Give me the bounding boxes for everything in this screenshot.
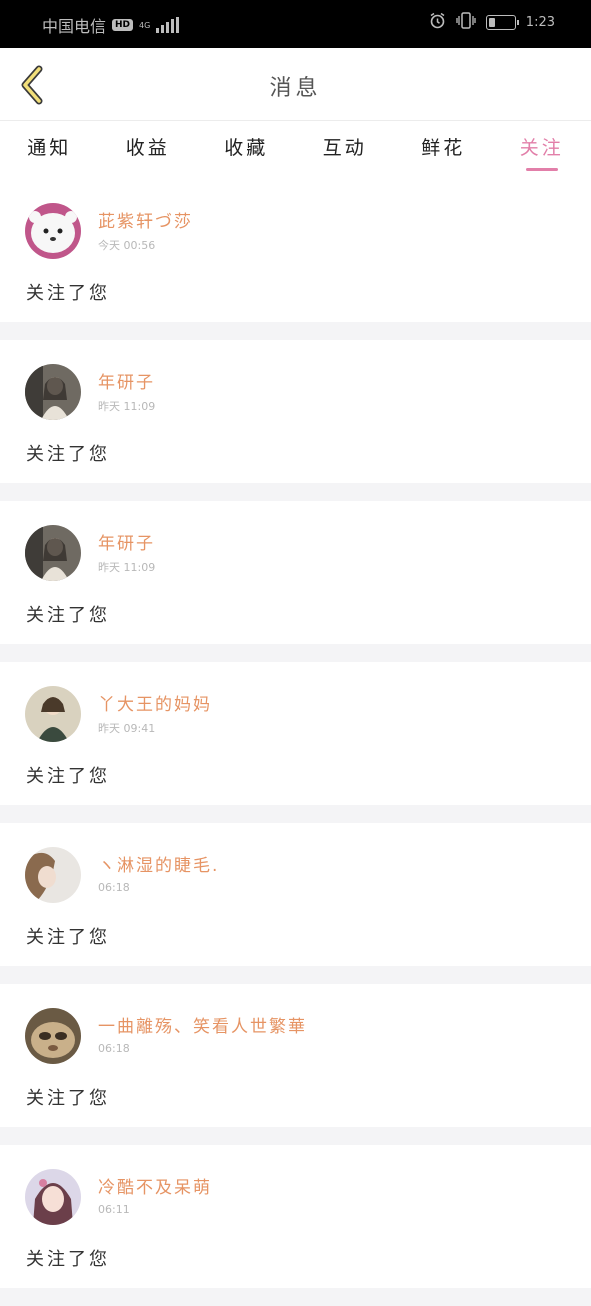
tab-label: 收益	[126, 137, 170, 159]
tab-flowers[interactable]: 鲜花	[394, 121, 493, 179]
avatar[interactable]	[25, 1169, 81, 1225]
timestamp: 昨天 09:41	[98, 720, 155, 736]
timestamp: 06:18	[98, 1042, 130, 1055]
page-header: 消息	[0, 48, 591, 121]
notification-text: 关注了您	[26, 1245, 110, 1271]
tab-label: 通知	[27, 137, 71, 159]
alarm-icon	[429, 12, 446, 33]
active-tab-indicator	[526, 168, 558, 171]
notification-text: 关注了您	[26, 279, 110, 305]
avatar[interactable]	[25, 364, 81, 420]
tab-interactions[interactable]: 互动	[296, 121, 395, 179]
list-item[interactable]: 冷酷不及呆萌 06:11 关注了您	[0, 1145, 591, 1288]
user-name[interactable]: 年研子	[98, 368, 155, 393]
list-item[interactable]: ヽ淋湿的睫毛. 06:18 关注了您	[0, 823, 591, 966]
tab-bar: 通知 收益 收藏 互动 鲜花 关注	[0, 121, 591, 179]
timestamp: 06:11	[98, 1203, 130, 1216]
notification-text: 关注了您	[26, 923, 110, 949]
avatar[interactable]	[25, 525, 81, 581]
status-bar: 中国电信 HD 4G 1:23	[0, 0, 591, 48]
battery-icon	[486, 15, 516, 30]
status-left: 中国电信 HD 4G	[42, 13, 179, 37]
user-name[interactable]: 丫大王的妈妈	[98, 690, 212, 715]
tab-following[interactable]: 关注	[493, 121, 591, 179]
status-right: 1:23	[429, 12, 555, 33]
list-item[interactable]: 丫大王的妈妈 昨天 09:41 关注了您	[0, 662, 591, 805]
tab-favorites[interactable]: 收藏	[197, 121, 296, 179]
list-item[interactable]: 年研子 昨天 11:09 关注了您	[0, 501, 591, 644]
hd-badge: HD	[112, 19, 133, 31]
carrier-label: 中国电信	[42, 13, 106, 37]
signal-icon	[156, 17, 179, 33]
timestamp: 昨天 11:09	[98, 559, 155, 575]
user-name[interactable]: ヽ淋湿的睫毛.	[98, 851, 219, 876]
user-name[interactable]: 年研子	[98, 529, 155, 554]
list-item[interactable]: 茈紫轩づ莎 今天 00:56 关注了您	[0, 179, 591, 322]
list-item[interactable]: 年研子 昨天 11:09 关注了您	[0, 340, 591, 483]
notification-text: 关注了您	[26, 1084, 110, 1110]
timestamp: 今天 00:56	[98, 237, 155, 253]
tab-notice[interactable]: 通知	[0, 121, 99, 179]
notification-list: 茈紫轩づ莎 今天 00:56 关注了您 年研子 昨天 11:09 关注了您 年研…	[0, 179, 591, 1306]
vibrate-icon	[456, 12, 476, 33]
avatar[interactable]	[25, 847, 81, 903]
tab-label: 关注	[520, 137, 564, 159]
user-name[interactable]: 一曲離殇、笑看人世繁華	[98, 1012, 307, 1037]
battery-fill	[489, 18, 495, 27]
notification-text: 关注了您	[26, 601, 110, 627]
avatar[interactable]	[25, 686, 81, 742]
clock-label: 1:23	[526, 15, 555, 30]
tab-earnings[interactable]: 收益	[99, 121, 198, 179]
network-type: 4G	[139, 21, 150, 30]
avatar[interactable]	[25, 203, 81, 259]
notification-text: 关注了您	[26, 762, 110, 788]
page-title: 消息	[0, 70, 591, 102]
timestamp: 06:18	[98, 881, 130, 894]
list-item[interactable]: 一曲離殇、笑看人世繁華 06:18 关注了您	[0, 984, 591, 1127]
avatar[interactable]	[25, 1008, 81, 1064]
timestamp: 昨天 11:09	[98, 398, 155, 414]
user-name[interactable]: 冷酷不及呆萌	[98, 1173, 212, 1198]
tab-label: 收藏	[224, 137, 268, 159]
tab-label: 互动	[323, 137, 367, 159]
notification-text: 关注了您	[26, 440, 110, 466]
user-name[interactable]: 茈紫轩づ莎	[98, 207, 193, 232]
tab-label: 鲜花	[421, 137, 465, 159]
